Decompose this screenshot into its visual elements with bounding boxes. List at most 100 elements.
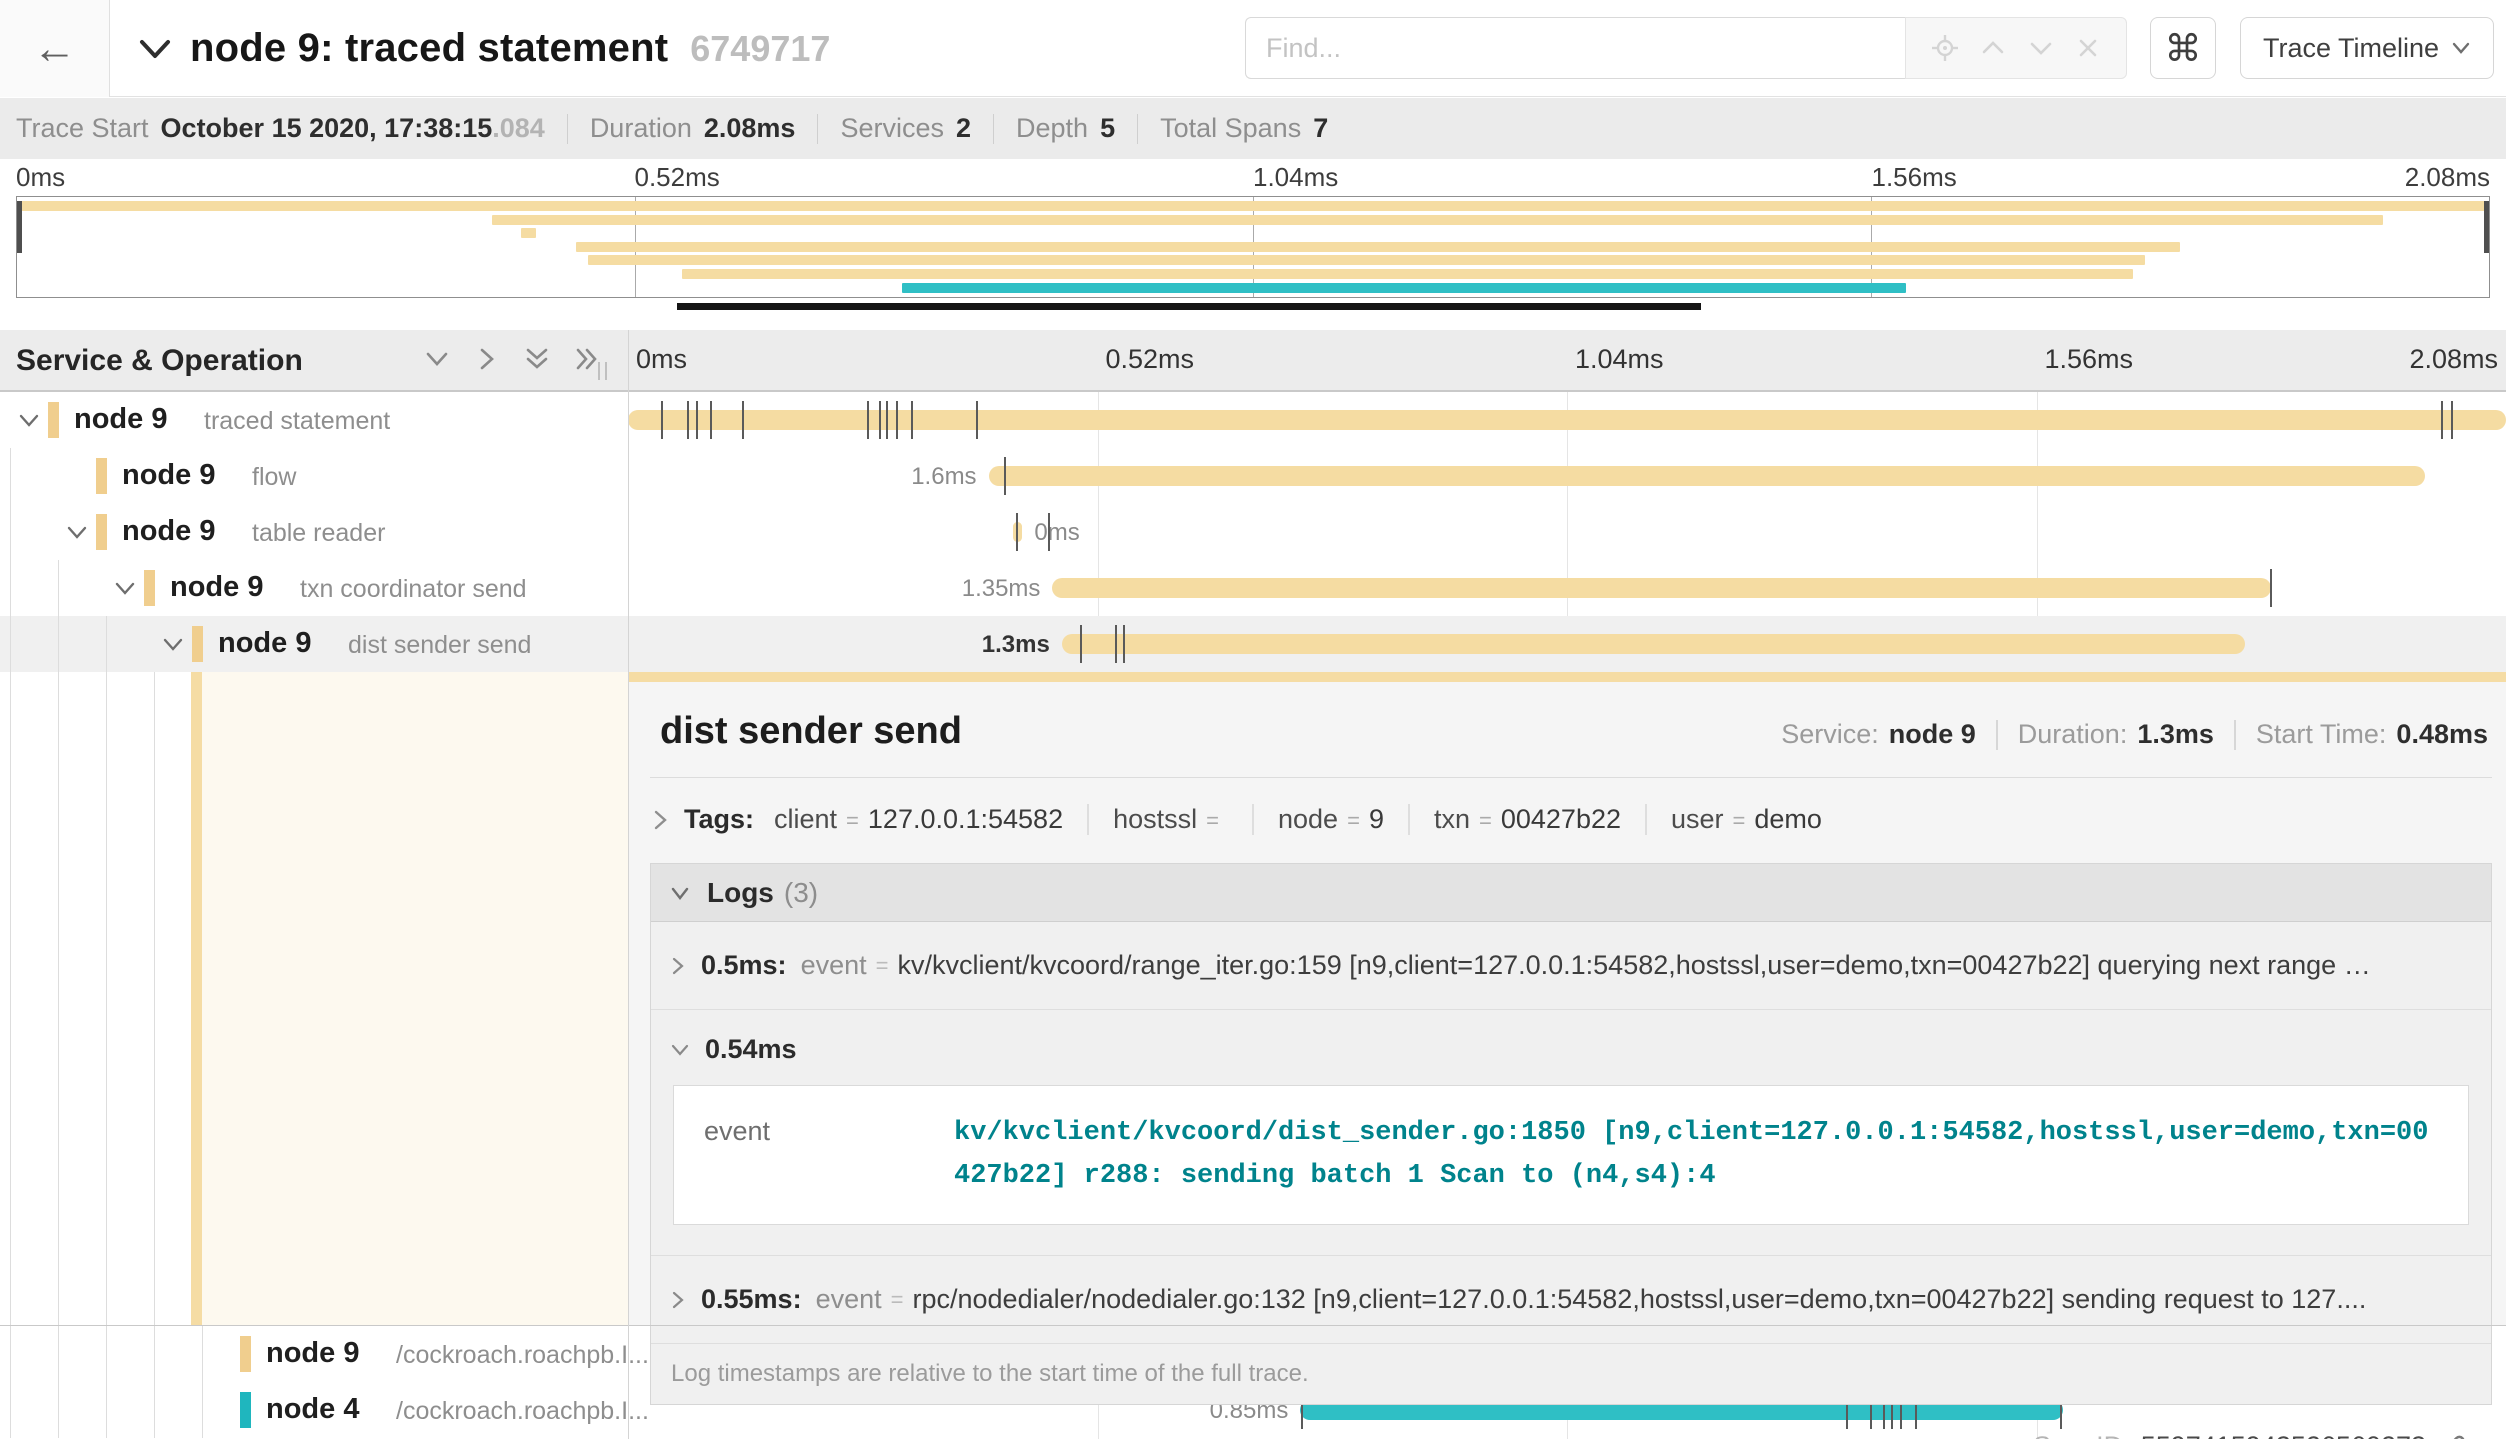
tag-key: node [1278, 804, 1338, 835]
span-row[interactable]: node 9dist sender send 1.3ms [0, 616, 2506, 672]
expand-all-icon[interactable] [574, 346, 600, 372]
span-row-tree-cell[interactable]: node 9 traced statement [0, 392, 628, 448]
collapse-all-icon[interactable] [524, 346, 550, 372]
tags-row[interactable]: Tags: client=127.0.0.1:54582hostssl=node… [648, 804, 2494, 835]
tree-indent-guide [106, 672, 107, 1326]
tree-chevron-down-icon[interactable] [18, 410, 40, 435]
span-duration-label: 1.3ms [982, 631, 1050, 659]
log-detail-value: kv/kvclient/kvcoord/dist_sender.go:1850 … [954, 1112, 2438, 1198]
span-log-marker [879, 401, 881, 439]
span-log-marker [696, 401, 698, 439]
span-bar[interactable] [989, 466, 2426, 486]
log-timestamp: 0.55ms: [701, 1284, 802, 1315]
minimap-right-scrubber[interactable] [2484, 201, 2489, 253]
summary-item-value: 2 [956, 113, 971, 144]
log-entry: 0.55ms:event=rpc/nodedialer/nodedialer.g… [651, 1256, 2491, 1344]
span-bar[interactable] [1062, 634, 2245, 654]
log-value: kv/kvclient/kvcoord/range_iter.go:159 [n… [897, 950, 2370, 981]
trace-minimap[interactable] [16, 196, 2490, 298]
span-row-timeline-cell[interactable] [628, 392, 2506, 448]
span-row[interactable]: node 9flow1.6ms [0, 448, 2506, 504]
operation-name: traced statement [204, 407, 390, 436]
find-prev-icon[interactable] [1979, 34, 2007, 62]
tag-equals: = [1479, 808, 1492, 834]
back-button[interactable]: ← [0, 0, 110, 97]
minimap-viewport-bar[interactable] [677, 303, 1701, 310]
summary-item-label: Services [840, 113, 944, 144]
deep-link-icon[interactable] [2440, 1432, 2470, 1439]
back-arrow-icon: ← [33, 24, 77, 74]
panel-divider[interactable] [628, 330, 629, 1439]
log-value: rpc/nodedialer/nodedialer.go:132 [n9,cli… [913, 1284, 2367, 1315]
span-log-marker [1016, 513, 1018, 551]
span-bar[interactable] [1052, 578, 2271, 598]
span-row-tree-cell[interactable]: node 4/cockroach.roachpb.I... [0, 1382, 628, 1438]
tree-indent-guide [58, 616, 59, 672]
service-name: node 9 [74, 403, 167, 436]
find-input[interactable] [1245, 17, 1905, 79]
column-resizer-grip[interactable] [598, 362, 607, 380]
tree-chevron-down-icon[interactable] [114, 578, 136, 603]
log-chevron-right-icon [669, 1289, 687, 1311]
logs-title: Logs [707, 877, 774, 909]
tree-chevron-down-icon[interactable] [162, 634, 184, 659]
summary-item: Duration2.08ms [590, 113, 796, 144]
log-chevron-down-icon [669, 1041, 691, 1059]
tree-chevron-down-icon[interactable] [66, 522, 88, 547]
log-key: event [801, 950, 867, 981]
detail-bottom-border [0, 1325, 2506, 1326]
tag-value: demo [1754, 804, 1822, 835]
trace-view-dropdown[interactable]: Trace Timeline [2240, 17, 2494, 79]
span-duration-label: 0ms [1034, 519, 1079, 547]
tag-equals: = [846, 808, 859, 834]
match-target-icon[interactable] [1930, 33, 1960, 63]
span-duration-label: 1.35ms [962, 575, 1041, 603]
keyboard-shortcuts-button[interactable]: ⌘ [2150, 17, 2216, 79]
selected-span-highlight [202, 672, 628, 1326]
summary-item: Total Spans7 [1160, 113, 1328, 144]
expand-one-icon[interactable] [474, 346, 500, 372]
span-row-tree-cell[interactable]: node 9table reader [0, 504, 628, 560]
span-row-timeline-cell[interactable]: 0ms [628, 504, 2506, 560]
detail-meta-value: 0.48ms [2396, 719, 2488, 750]
span-row-timeline-cell[interactable]: 1.6ms [628, 448, 2506, 504]
summary-item: Depth5 [1016, 113, 1115, 144]
minimap-span-row [521, 228, 536, 238]
timeline-tick-label: 1.04ms [1575, 344, 1664, 375]
span-row-tree-cell[interactable]: node 9flow [0, 448, 628, 504]
span-id-label: SpanID: [2033, 1431, 2131, 1439]
minimap-left-scrubber[interactable] [17, 201, 22, 253]
detail-meta-label: Service: [1781, 719, 1879, 750]
tree-indent-guide [10, 1326, 11, 1382]
find-clear-icon[interactable] [2074, 34, 2102, 62]
detail-left-gutter [0, 672, 628, 1326]
summary-item-value: 5 [1100, 113, 1115, 144]
span-row-tree-cell[interactable]: node 9/cockroach.roachpb.I... [0, 1326, 628, 1382]
service-name: node 9 [170, 571, 263, 604]
span-row-tree-cell[interactable]: node 9dist sender send [0, 616, 628, 672]
detail-meta-value: 1.3ms [2137, 719, 2214, 750]
collapse-one-icon[interactable] [424, 346, 450, 372]
span-row[interactable]: node 9table reader 0ms [0, 504, 2506, 560]
tag-item: user=demo [1671, 804, 1846, 835]
span-row[interactable]: node 9txn coordinator send 1.35ms [0, 560, 2506, 616]
span-id-row: SpanID: 5597415943526560273 [648, 1431, 2494, 1439]
tree-indent-guide [154, 1382, 155, 1438]
span-row-tree-cell[interactable]: node 9txn coordinator send [0, 560, 628, 616]
span-row-timeline-cell[interactable]: 1.3ms [628, 616, 2506, 672]
service-color-swatch [192, 626, 203, 662]
tag-item: client=127.0.0.1:54582 [774, 804, 1089, 835]
service-color-swatch [48, 402, 59, 438]
chevron-down-icon [2451, 41, 2471, 55]
log-expanded-header[interactable]: 0.54ms [651, 1010, 2491, 1075]
collapse-trace-chevron-icon[interactable] [138, 36, 172, 62]
log-line[interactable]: 0.5ms:event=kv/kvclient/kvcoord/range_it… [651, 922, 2491, 1009]
tree-indent-guide [154, 672, 155, 1326]
find-next-icon[interactable] [2027, 34, 2055, 62]
logs-header[interactable]: Logs (3) [651, 864, 2491, 922]
span-row[interactable]: node 9 traced statement [0, 392, 2506, 448]
log-line[interactable]: 0.55ms:event=rpc/nodedialer/nodedialer.g… [651, 1256, 2491, 1343]
timeline-tick-label: 2.08ms [2409, 344, 2498, 375]
log-equals: = [876, 953, 889, 979]
span-row-timeline-cell[interactable]: 1.35ms [628, 560, 2506, 616]
